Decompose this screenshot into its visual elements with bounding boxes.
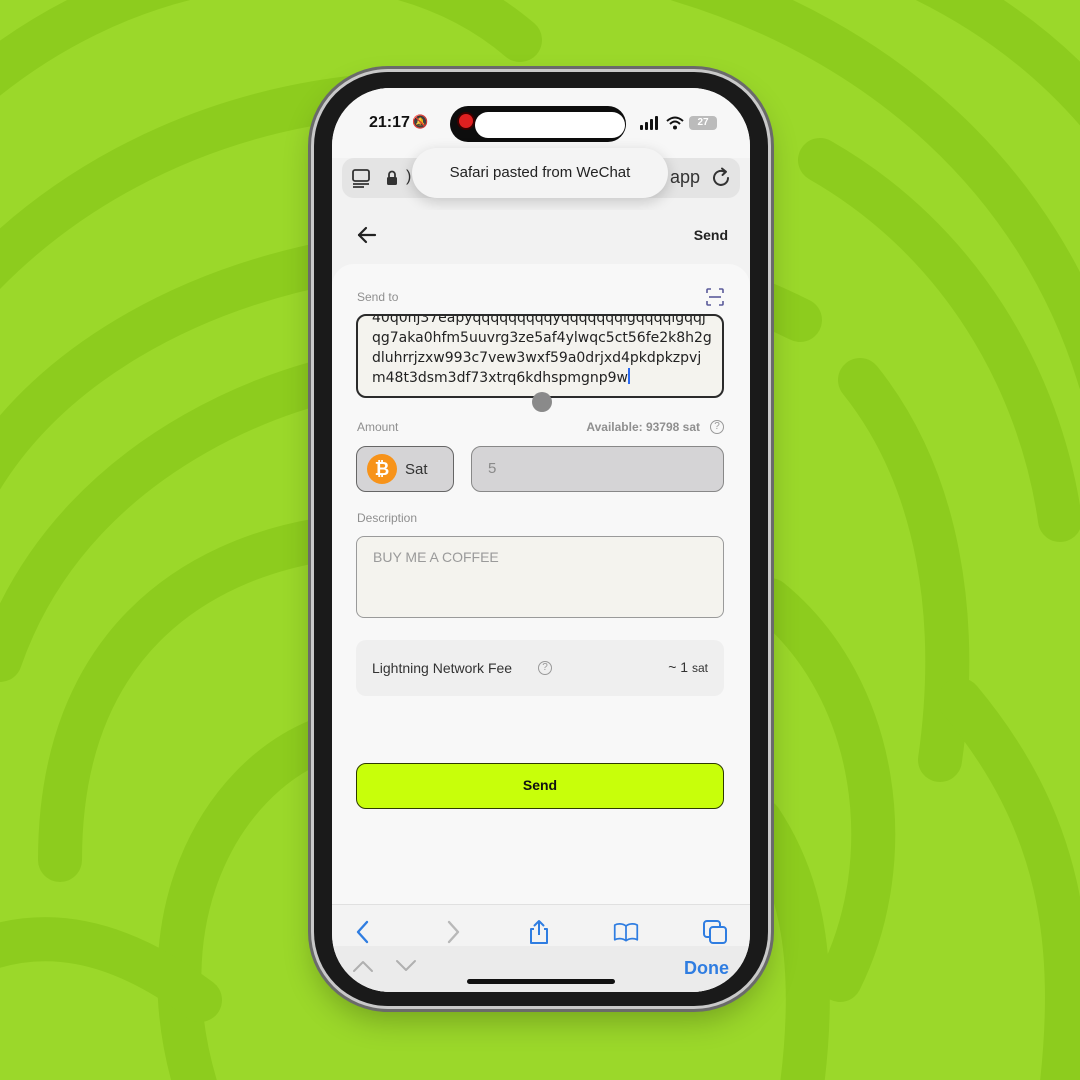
bitcoin-icon: ₿ <box>367 454 397 484</box>
send-button[interactable]: Send <box>356 763 724 809</box>
text-selection-handle[interactable] <box>532 392 552 412</box>
fee-label: Lightning Network Fee <box>372 660 513 676</box>
lock-icon <box>387 170 397 185</box>
cellular-signal-icon <box>640 116 658 130</box>
silent-bell-icon: 🔕 <box>412 114 429 129</box>
fee-value: ~ 1 sat <box>668 659 708 675</box>
recipient-address-input[interactable]: 40q0nj37eapyqqqqqqqqqyqqqqqqqlgqqqqlgqqj… <box>356 314 724 398</box>
text-cursor <box>627 368 630 384</box>
home-indicator <box>467 979 615 984</box>
done-button[interactable]: Done <box>684 958 729 979</box>
back-icon[interactable] <box>350 919 376 945</box>
help-icon[interactable]: ? <box>710 420 724 434</box>
status-time: 21:17 <box>369 114 410 131</box>
battery-icon: 27 <box>689 116 717 130</box>
amount-input[interactable]: 5 <box>471 446 724 492</box>
description-label: Description <box>357 511 418 525</box>
chevron-down-icon[interactable] <box>395 958 417 974</box>
phone-screen: 21:17 🔕 27 ) app Safari pasted from WeCh… <box>332 88 750 992</box>
fee-help-icon[interactable]: ? <box>538 661 552 675</box>
send-to-label: Send to <box>357 290 399 304</box>
url-text-start: ) <box>406 168 412 185</box>
forward-icon[interactable] <box>440 919 466 945</box>
currency-label: Sat <box>405 461 428 478</box>
description-input[interactable]: BUY ME A COFFEE <box>356 536 724 618</box>
url-text-end: app <box>670 167 701 187</box>
bookmarks-icon[interactable] <box>613 919 639 945</box>
scan-qr-icon[interactable] <box>706 288 724 306</box>
dynamic-island-activity <box>475 112 625 138</box>
recipient-address-value: 40q0nj37eapyqqqqqqqqqyqqqqqqqlgqqqqlgqqj… <box>372 314 712 386</box>
network-fee-row: Lightning Network Fee ? ~ 1 sat <box>356 640 724 696</box>
page-menu-icon[interactable] <box>352 168 370 188</box>
amount-label: Amount <box>357 420 399 434</box>
back-arrow-icon[interactable] <box>356 224 378 246</box>
tabs-icon[interactable] <box>702 919 728 945</box>
recording-indicator-icon <box>459 114 473 128</box>
app-header: Send <box>332 210 750 262</box>
available-balance: Available: 93798 sat <box>586 420 700 434</box>
paste-toast: Safari pasted from WeChat <box>412 148 668 198</box>
page-title: Send <box>693 227 728 243</box>
keyboard-accessory-bar: Done <box>332 946 750 992</box>
reload-icon[interactable] <box>710 167 732 189</box>
share-icon[interactable] <box>526 919 552 945</box>
chevron-up-icon[interactable] <box>352 958 374 974</box>
currency-selector[interactable]: ₿ Sat <box>356 446 454 492</box>
wifi-icon <box>666 116 684 130</box>
